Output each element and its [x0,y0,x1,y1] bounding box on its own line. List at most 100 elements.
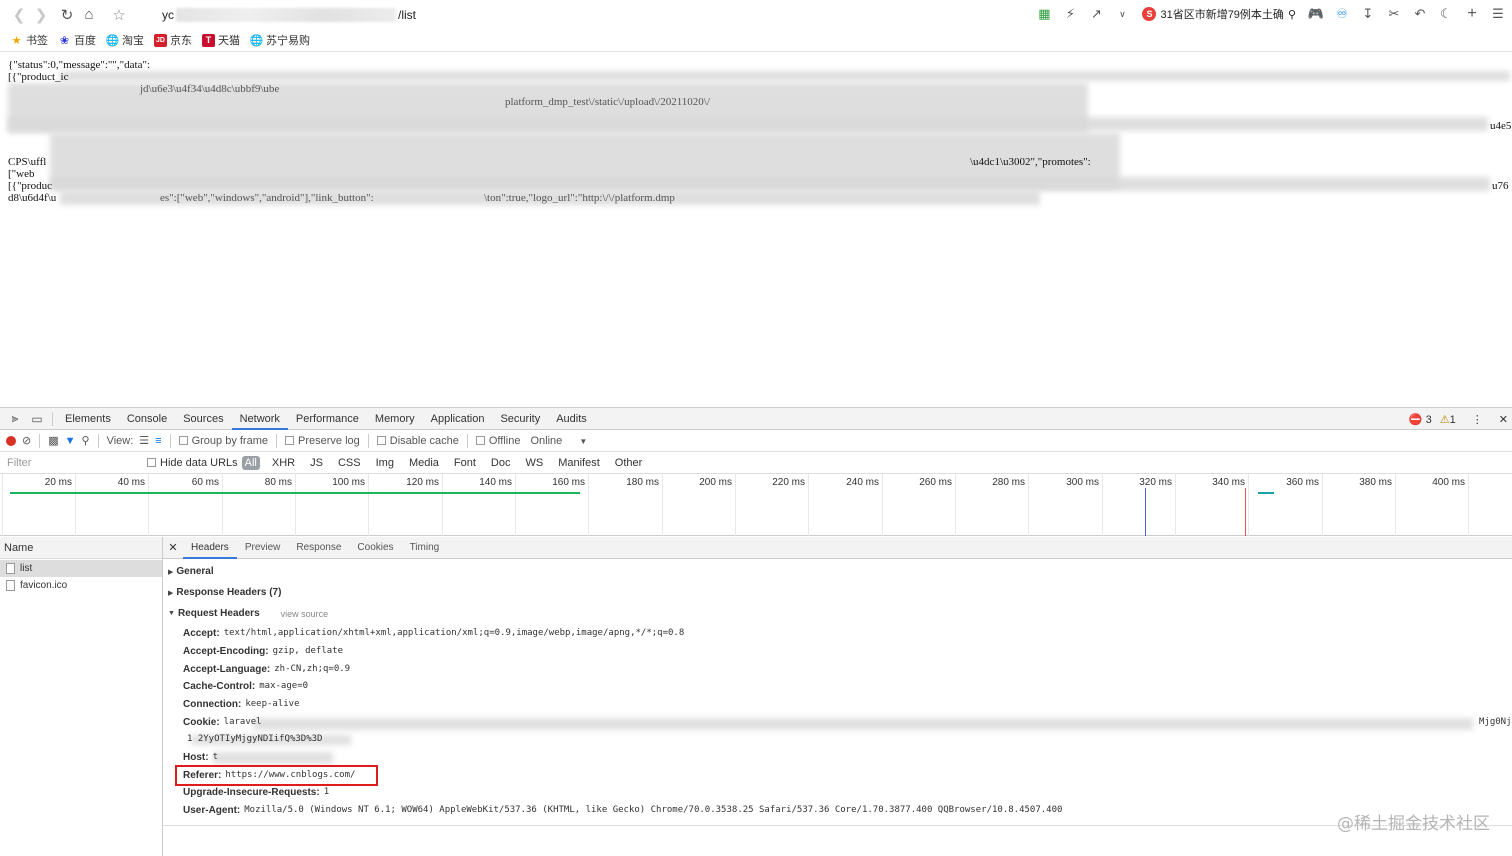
chevron-down-icon[interactable]: ∨ [1112,4,1132,24]
request-row[interactable]: list [0,560,162,577]
type-filter-font[interactable]: Font [451,456,479,470]
bookmark-star-icon[interactable]: ☆ [108,4,130,26]
throttle-select[interactable]: Online ▼ [530,435,587,447]
devtools-panel: ⫸ ▭ Elements Console Sources Network Per… [0,407,1512,856]
timeline-tick: 120 ms [368,474,442,536]
type-filter-xhr[interactable]: XHR [269,456,298,470]
new-tab-icon[interactable]: + [1462,4,1482,24]
tab-audits[interactable]: Audits [548,408,595,430]
forward-icon[interactable]: ❯ [30,4,52,26]
news-ticker[interactable]: S 31省区市新增79例本土确 ⚲ [1142,6,1296,22]
address-bar[interactable]: yc /list [162,4,997,25]
disable-cache-checkbox[interactable]: Disable cache [376,435,459,447]
type-filter-other[interactable]: Other [612,456,646,470]
reload-icon[interactable]: ↻ [56,4,78,26]
timeline-tick: 300 ms [1028,474,1102,536]
bookmark-item[interactable]: ❀ 百度 [58,32,96,48]
type-filter-ws[interactable]: WS [522,456,546,470]
filter-icon[interactable]: ▼ [65,435,76,447]
request-bar-favicon [1258,492,1274,494]
type-filter-css[interactable]: CSS [335,456,364,470]
json-fragment: platform_dmp_test\/static\/upload\/20211… [505,96,710,108]
tab-elements[interactable]: Elements [57,408,119,430]
bookmark-item[interactable]: JD 京东 [154,32,192,48]
game-icon[interactable]: 🎮 [1306,4,1326,24]
request-row[interactable]: favicon.ico [0,577,162,594]
tab-network[interactable]: Network [231,408,288,430]
close-details-icon[interactable]: ✕ [163,541,183,554]
tab-headers[interactable]: Headers [183,537,237,559]
tab-application[interactable]: Application [423,408,493,430]
filter-input[interactable]: Filter [4,453,141,472]
type-filter-all[interactable]: All [241,455,260,470]
section-response-headers[interactable]: ▶ Response Headers (7) [168,587,281,598]
close-icon[interactable]: ✕ [1499,413,1508,426]
request-bar-list [10,492,580,494]
tab-performance[interactable]: Performance [288,408,367,430]
warning-count[interactable]: ⚠1 [1440,413,1456,426]
bookmark-item[interactable]: 🌐 淘宝 [106,32,144,48]
bookmark-label: 京东 [170,35,192,47]
timeline-tick: 280 ms [955,474,1028,536]
download-icon[interactable]: ↧ [1358,4,1378,24]
timeline-tick: 320 ms [1102,474,1175,536]
tab-security[interactable]: Security [492,408,548,430]
tab-timing[interactable]: Timing [402,537,448,559]
type-filter-manifest[interactable]: Manifest [555,456,603,470]
search-icon[interactable]: ⚲ [82,434,90,447]
type-filter-media[interactable]: Media [406,456,442,470]
error-count[interactable]: ⛔ 3 [1409,413,1432,426]
back-icon[interactable]: ❮ [8,4,30,26]
view-source-link[interactable]: view source [281,609,329,619]
timeline-tick: 140 ms [442,474,515,536]
bookmark-item[interactable]: 🌐 苏宁易购 [250,32,310,48]
document-icon [6,580,15,591]
address-redacted [176,7,396,22]
inspect-icon[interactable]: ⫸ [4,408,26,430]
lightning-icon[interactable]: ⚡ [1060,4,1080,24]
timeline-overview[interactable]: 20 ms 40 ms 60 ms 80 ms 100 ms 120 ms 14… [0,474,1512,536]
type-filter-doc[interactable]: Doc [488,456,514,470]
menu-icon[interactable]: ☰ [1488,4,1508,24]
dom-content-loaded-line [1145,488,1146,536]
timeline-tick: 220 ms [735,474,808,536]
section-request-headers[interactable]: ▼ Request Headers view source [168,608,328,619]
bookmark-item[interactable]: ★ 书签 [10,32,48,48]
tab-cookies[interactable]: Cookies [349,537,401,559]
share-icon[interactable]: ↗ [1086,4,1106,24]
json-line: [{"produc [8,180,52,192]
timeline-tick: 200 ms [662,474,735,536]
clear-icon[interactable]: ⊘ [22,434,31,447]
redacted-area [50,177,1490,191]
list-view-icon[interactable]: ☰ [139,434,149,447]
bookmarks-bar: ★ 书签 ❀ 百度 🌐 淘宝 JD 京东 T 天猫 🌐 苏宁易购 [0,29,1512,52]
name-column-header[interactable]: Name [0,537,162,559]
waterfall-view-icon[interactable]: ≡ [155,435,161,447]
home-icon[interactable]: ⌂ [78,4,100,26]
moon-icon[interactable]: ☾ [1436,4,1456,24]
group-by-frame-checkbox[interactable]: Group by frame [178,435,268,447]
tab-console[interactable]: Console [119,408,175,430]
kebab-menu-icon[interactable]: ⋮ [1472,413,1483,426]
bookmark-item[interactable]: T 天猫 [202,32,240,48]
load-event-line [1245,488,1246,536]
scissors-icon[interactable]: ✂ [1384,4,1404,24]
tab-memory[interactable]: Memory [367,408,423,430]
preserve-log-checkbox[interactable]: Preserve log [285,435,360,447]
type-filter-js[interactable]: JS [307,456,326,470]
tab-response[interactable]: Response [288,537,349,559]
section-general[interactable]: ▶ General [168,566,214,577]
type-filter-img[interactable]: Img [373,456,397,470]
address-suffix: /list [398,7,416,22]
hide-data-urls-checkbox[interactable]: Hide data URLs [147,457,238,469]
camera-icon[interactable]: ▩ [48,434,58,447]
tab-sources[interactable]: Sources [175,408,231,430]
reader-icon[interactable]: ▦ [1034,4,1054,24]
undo-icon[interactable]: ↶ [1410,4,1430,24]
offline-checkbox[interactable]: Offline [475,435,520,447]
search-icon[interactable]: ⚲ [1288,8,1296,21]
record-icon[interactable] [6,435,16,446]
device-toolbar-icon[interactable]: ▭ [26,408,48,430]
extension-icon[interactable]: ♾ [1332,4,1352,24]
tab-preview[interactable]: Preview [237,537,289,559]
